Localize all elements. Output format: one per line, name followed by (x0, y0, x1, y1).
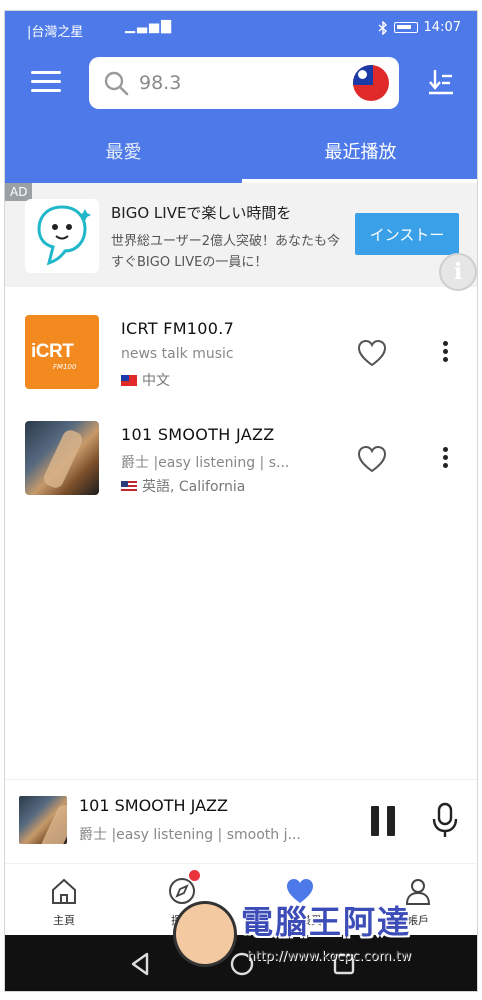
recents-icon[interactable] (329, 949, 359, 979)
ad-title: BIGO LIVEで楽しい時間を (111, 204, 292, 222)
app-frame: |台灣之星 ▁▃▅▇ 14:07 最愛 最近播放 AD (4, 10, 478, 992)
app-header: |台灣之星 ▁▃▅▇ 14:07 最愛 最近播放 (5, 11, 477, 183)
status-bar: |台灣之星 ▁▃▅▇ 14:07 (5, 11, 477, 45)
system-navigation-bar (5, 935, 477, 991)
usa-flag-icon (121, 480, 137, 492)
nav-favorites-label: 我的最愛 (278, 914, 322, 927)
favorite-heart-icon[interactable] (357, 339, 387, 367)
more-options-icon[interactable] (435, 337, 455, 367)
nav-home[interactable]: 主頁 (5, 864, 123, 936)
nav-explore-label: 探索 (171, 914, 193, 927)
ad-info-icon[interactable]: i (439, 253, 477, 291)
ad-app-logo[interactable] (25, 199, 99, 273)
station-language-label: 英語, California (142, 479, 246, 495)
more-options-icon[interactable] (435, 443, 455, 473)
tab-favorites[interactable]: 最愛 (5, 129, 242, 183)
bluetooth-icon (378, 20, 387, 35)
now-playing-genre: 爵士 |easy listening | smooth j... (79, 827, 301, 843)
nav-home-label: 主頁 (53, 914, 75, 927)
search-input[interactable] (139, 67, 339, 99)
nav-explore[interactable]: 探索 (123, 864, 241, 936)
station-logo-icrt: iCRT FM100 (25, 315, 99, 389)
station-language-label: 中文 (142, 373, 170, 389)
notification-badge (189, 870, 200, 881)
station-language: 中文 (121, 370, 170, 390)
now-playing-bar[interactable]: 101 SMOOTH JAZZ 爵士 |easy listening | smo… (5, 779, 477, 863)
carrier-label: |台灣之星 (27, 25, 84, 40)
logo-text: iCRT (31, 341, 74, 362)
station-language: 英語, California (121, 476, 245, 496)
station-name: 101 SMOOTH JAZZ (121, 425, 275, 444)
station-row[interactable]: 101 SMOOTH JAZZ 爵士 |easy listening | s..… (5, 403, 477, 507)
nav-account[interactable]: 帳戶 (359, 864, 477, 936)
station-genre: 爵士 |easy listening | s... (121, 455, 290, 471)
station-genre: news talk music (121, 346, 234, 362)
nav-favorites[interactable]: 我的最愛 (241, 864, 359, 936)
home-icon (52, 878, 76, 904)
pause-icon[interactable] (371, 806, 397, 836)
microphone-icon[interactable] (431, 802, 459, 838)
status-right: 14:07 (378, 20, 461, 35)
logo-subtext: FM100 (53, 363, 77, 371)
ad-install-button[interactable]: インストー (355, 213, 459, 255)
search-bar[interactable] (89, 57, 399, 109)
ad-banner[interactable]: AD BIGO LIVEで楽しい時間を 世界総ユーザー2億人突破！あなたも今すぐ… (5, 183, 477, 291)
sort-download-icon[interactable] (427, 67, 455, 97)
station-name: ICRT FM100.7 (121, 319, 235, 338)
home-circle-icon[interactable] (227, 949, 257, 979)
back-icon[interactable] (125, 949, 155, 979)
tab-bar: 最愛 最近播放 (5, 129, 477, 183)
search-icon (104, 71, 129, 96)
signal-icon: ▁▃▅▇ (125, 19, 173, 34)
taiwan-flag-icon (121, 374, 137, 386)
tab-recent[interactable]: 最近播放 (242, 129, 477, 183)
heart-icon (287, 879, 313, 903)
clock: 14:07 (423, 20, 461, 35)
bottom-navigation: 主頁 探索 我的最愛 帳戶 (5, 863, 477, 936)
favorite-heart-icon[interactable] (357, 445, 387, 473)
hamburger-menu-icon[interactable] (31, 71, 61, 93)
now-playing-name: 101 SMOOTH JAZZ (79, 796, 228, 815)
nav-account-label: 帳戶 (407, 914, 429, 927)
station-row[interactable]: iCRT FM100 ICRT FM100.7 news talk music … (5, 297, 477, 401)
battery-icon (393, 22, 418, 33)
country-flag-icon[interactable] (353, 65, 389, 101)
now-playing-logo (19, 796, 67, 844)
user-icon (405, 879, 431, 905)
station-logo-jazz (25, 421, 99, 495)
ad-description: 世界総ユーザー2億人突破！あなたも今すぐBIGO LIVEの一員に！ (111, 234, 341, 270)
bigo-mascot-icon (37, 205, 91, 266)
